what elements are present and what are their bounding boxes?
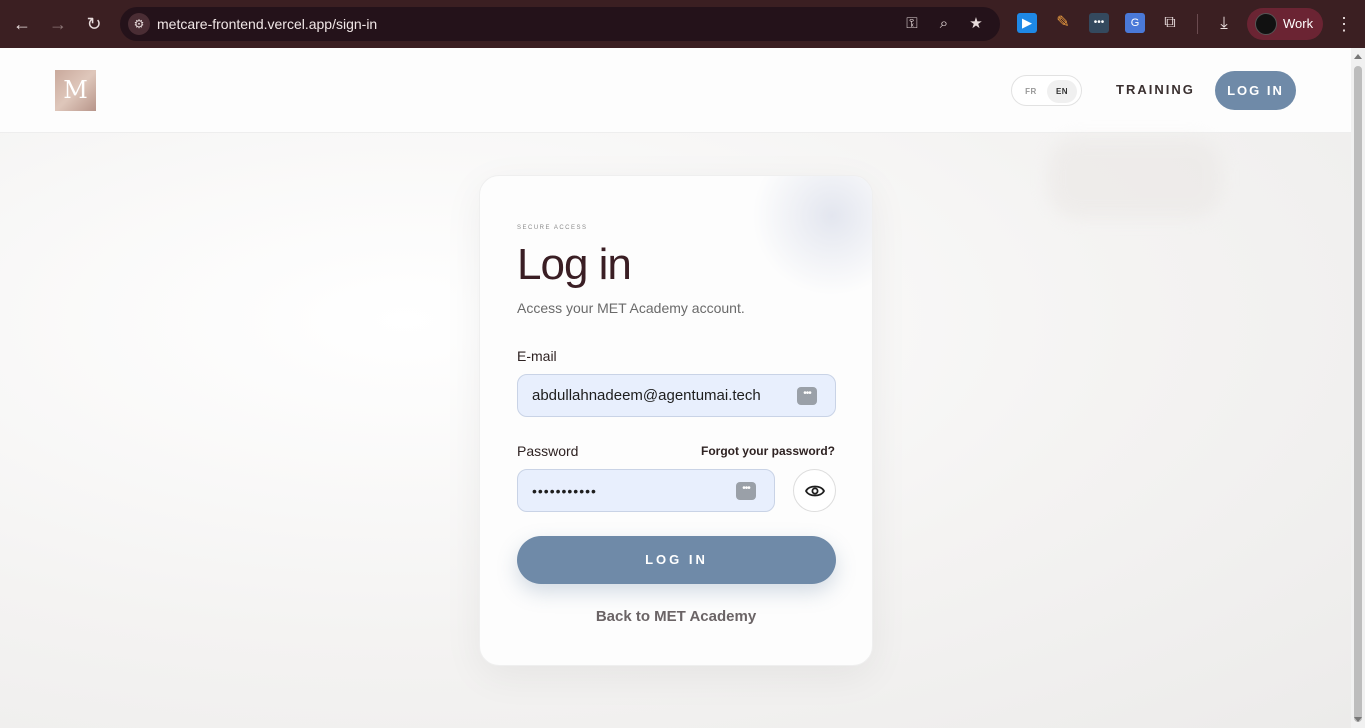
zoom-icon[interactable]: ⌕ xyxy=(934,14,954,34)
extension-translate-icon[interactable]: G xyxy=(1125,13,1145,33)
password-field[interactable] xyxy=(532,470,722,511)
email-field-box[interactable]: ••• xyxy=(517,374,836,417)
nav-training-link[interactable]: TRAINING xyxy=(1116,82,1195,97)
password-key-icon[interactable]: ⚿ xyxy=(902,14,922,34)
background-decoration xyxy=(1048,138,1222,218)
avatar xyxy=(1255,13,1277,35)
reload-icon[interactable]: ↻ xyxy=(82,12,106,36)
scrollbar-thumb[interactable] xyxy=(1354,66,1362,722)
lang-fr-option[interactable]: FR xyxy=(1016,80,1046,103)
extension-dots-icon[interactable]: ••• xyxy=(1089,13,1109,33)
extension-pencil-icon[interactable]: ✎ xyxy=(1053,13,1073,33)
browser-toolbar: ← → ↻ ⚙ metcare-frontend.vercel.app/sign… xyxy=(0,0,1365,48)
password-label: Password xyxy=(517,443,579,459)
site-header: M FR EN TRAINING LOG IN xyxy=(0,48,1351,133)
site-info-icon[interactable]: ⚙ xyxy=(128,13,150,35)
site-logo[interactable]: M xyxy=(55,70,96,111)
toolbar-divider xyxy=(1197,14,1198,34)
email-field[interactable] xyxy=(532,375,772,416)
lang-en-option[interactable]: EN xyxy=(1047,80,1077,103)
eyebrow-label: SECURE ACCESS xyxy=(517,225,588,231)
password-manager-icon[interactable]: ••• xyxy=(797,387,817,405)
show-password-button[interactable] xyxy=(793,469,836,512)
page-subtitle: Access your MET Academy account. xyxy=(517,300,745,316)
language-toggle[interactable]: FR EN xyxy=(1011,75,1082,106)
profile-label: Work xyxy=(1283,16,1314,31)
login-card: SECURE ACCESS Log in Access your MET Aca… xyxy=(479,175,873,666)
back-to-academy-link[interactable]: Back to MET Academy xyxy=(480,608,872,625)
scroll-down-icon[interactable] xyxy=(1354,717,1362,722)
password-manager-icon[interactable]: ••• xyxy=(736,482,756,500)
email-label: E-mail xyxy=(517,348,557,364)
back-icon[interactable]: ← xyxy=(10,12,34,36)
password-field-box[interactable]: ••• xyxy=(517,469,775,512)
page-body: M FR EN TRAINING LOG IN SECURE ACCESS Lo… xyxy=(0,48,1351,728)
page-title: Log in xyxy=(517,240,632,289)
menu-icon[interactable]: ⋮ xyxy=(1334,12,1354,36)
forgot-password-link[interactable]: Forgot your password? xyxy=(701,444,835,458)
card-glow xyxy=(752,176,872,296)
scroll-up-icon[interactable] xyxy=(1354,54,1362,59)
download-icon[interactable]: ⤓ xyxy=(1214,13,1234,33)
eye-icon xyxy=(805,485,825,497)
extensions-icon[interactable]: ⧉ xyxy=(1160,13,1180,33)
extension-cast-icon[interactable]: ▶ xyxy=(1017,13,1037,33)
nav-login-button[interactable]: LOG IN xyxy=(1215,71,1296,110)
page-scrollbar[interactable] xyxy=(1351,48,1365,728)
forward-icon[interactable]: → xyxy=(46,12,70,36)
bookmark-star-icon[interactable]: ★ xyxy=(966,14,986,34)
login-submit-button[interactable]: LOG IN xyxy=(517,536,836,584)
profile-button[interactable]: Work xyxy=(1247,8,1323,40)
address-bar[interactable]: ⚙ metcare-frontend.vercel.app/sign-in ⚿ … xyxy=(120,7,1000,41)
url-text: metcare-frontend.vercel.app/sign-in xyxy=(157,16,378,32)
